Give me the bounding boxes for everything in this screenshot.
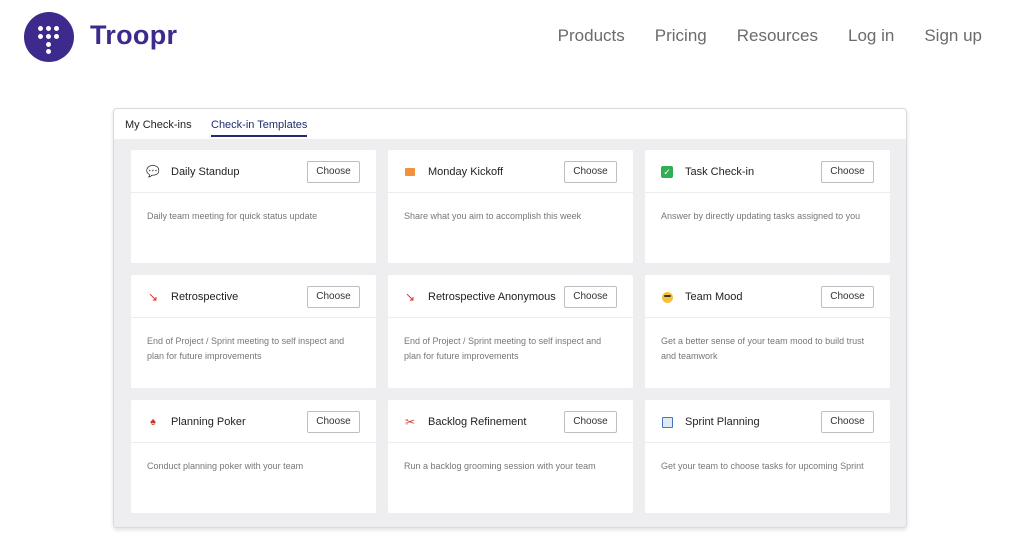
sunglasses-face-icon — [662, 292, 673, 303]
kickoff-icon — [405, 168, 415, 176]
scissors-icon: ✂ — [404, 415, 416, 429]
arrow-icon: ↘ — [147, 290, 159, 304]
choose-button[interactable]: Choose — [564, 286, 617, 308]
choose-button[interactable]: Choose — [821, 161, 874, 183]
template-card-team-mood: Team Mood Choose Get a better sense of y… — [645, 275, 890, 388]
speech-bubble-icon: 💬 — [146, 166, 160, 178]
card-description: End of Project / Sprint meeting to self … — [404, 336, 602, 361]
card-description: Daily team meeting for quick status upda… — [147, 211, 318, 221]
card-description: Share what you aim to accomplish this we… — [404, 211, 582, 221]
template-card-monday-kickoff: Monday Kickoff Choose Share what you aim… — [388, 150, 633, 263]
choose-button[interactable]: Choose — [564, 411, 617, 433]
template-grid: 💬 Daily Standup Choose Daily team meetin… — [114, 139, 906, 527]
nav-resources[interactable]: Resources — [737, 26, 818, 46]
troopr-logo-icon[interactable] — [24, 12, 74, 62]
tab-check-in-templates[interactable]: Check-in Templates — [211, 119, 308, 137]
template-card-retrospective: ↘ Retrospective Choose End of Project / … — [131, 275, 376, 388]
template-card-planning-poker: ♠ Planning Poker Choose Conduct planning… — [131, 400, 376, 513]
template-card-retrospective-anonymous: ↘ Retrospective Anonymous Choose End of … — [388, 275, 633, 388]
brand-name[interactable]: Troopr — [90, 20, 177, 51]
nav-products[interactable]: Products — [558, 26, 625, 46]
card-description: Conduct planning poker with your team — [147, 461, 304, 471]
tab-my-check-ins[interactable]: My Check-ins — [125, 119, 192, 135]
main-nav: Products Pricing Resources Log in Sign u… — [558, 26, 982, 46]
card-description: Run a backlog grooming session with your… — [404, 461, 596, 471]
card-title: Monday Kickoff — [428, 166, 504, 178]
template-card-daily-standup: 💬 Daily Standup Choose Daily team meetin… — [131, 150, 376, 263]
choose-button[interactable]: Choose — [564, 161, 617, 183]
template-card-task-check-in: ✓ Task Check-in Choose Answer by directl… — [645, 150, 890, 263]
card-description: Get your team to choose tasks for upcomi… — [661, 461, 864, 471]
card-title: Backlog Refinement — [428, 416, 527, 428]
checkin-panel: My Check-ins Check-in Templates 💬 Daily … — [113, 108, 907, 528]
template-card-backlog-refinement: ✂ Backlog Refinement Choose Run a backlo… — [388, 400, 633, 513]
card-description: Get a better sense of your team mood to … — [661, 336, 865, 361]
card-description: End of Project / Sprint meeting to self … — [147, 336, 345, 361]
nav-log-in[interactable]: Log in — [848, 26, 894, 46]
card-title: Retrospective Anonymous — [428, 291, 556, 303]
card-title: Team Mood — [685, 291, 743, 303]
poker-card-icon: ♠ — [150, 416, 156, 428]
tab-bar: My Check-ins Check-in Templates — [114, 109, 906, 139]
choose-button[interactable]: Choose — [307, 161, 360, 183]
choose-button[interactable]: Choose — [307, 286, 360, 308]
choose-button[interactable]: Choose — [821, 411, 874, 433]
card-title: Daily Standup — [171, 166, 240, 178]
card-title: Planning Poker — [171, 416, 246, 428]
card-title: Sprint Planning — [685, 416, 760, 428]
arrow-icon: ↘ — [404, 290, 416, 304]
checkmark-icon: ✓ — [661, 166, 673, 178]
nav-pricing[interactable]: Pricing — [655, 26, 707, 46]
site-header: Troopr Products Pricing Resources Log in… — [0, 0, 1024, 74]
card-description: Answer by directly updating tasks assign… — [661, 211, 861, 221]
template-card-sprint-planning: Sprint Planning Choose Get your team to … — [645, 400, 890, 513]
card-title: Task Check-in — [685, 166, 755, 178]
choose-button[interactable]: Choose — [307, 411, 360, 433]
nav-sign-up[interactable]: Sign up — [924, 26, 982, 46]
card-title: Retrospective — [171, 291, 239, 303]
choose-button[interactable]: Choose — [821, 286, 874, 308]
calendar-board-icon — [662, 417, 673, 428]
